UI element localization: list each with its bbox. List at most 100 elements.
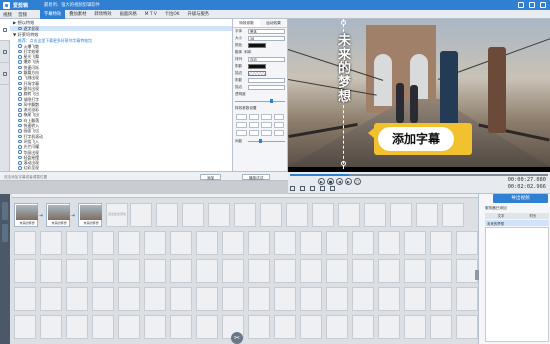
grid-icon[interactable] xyxy=(320,186,325,191)
timeline-cell[interactable] xyxy=(234,203,256,227)
timeline-cell[interactable] xyxy=(222,259,244,283)
timeline-ruler[interactable] xyxy=(12,194,478,198)
timeline-cell[interactable] xyxy=(378,231,400,255)
stroke-input[interactable] xyxy=(248,85,285,90)
italic-option[interactable]: 斜体 xyxy=(244,50,251,55)
menu-video[interactable]: 视频 xyxy=(3,12,12,18)
timeline-cell[interactable] xyxy=(222,231,244,255)
timeline-cell[interactable] xyxy=(66,259,88,283)
timeline-cell[interactable] xyxy=(378,287,400,311)
snapshot-icon[interactable] xyxy=(290,186,295,191)
timeline-cell[interactable] xyxy=(144,259,166,283)
timeline-cell[interactable] xyxy=(170,315,192,339)
tab-subtitle-effects[interactable]: 字幕特效 xyxy=(40,10,66,19)
timeline-cell[interactable] xyxy=(286,203,308,227)
stroke-checkbox[interactable]: 描边 xyxy=(235,71,246,76)
caption-handle-icon[interactable] xyxy=(341,20,346,25)
minimize-icon[interactable] xyxy=(518,1,524,8)
timeline-cell[interactable] xyxy=(326,231,348,255)
timeline-cell[interactable] xyxy=(404,231,426,255)
scissors-icon[interactable]: ✂ xyxy=(231,332,243,344)
style-preset[interactable] xyxy=(273,122,284,128)
timeline-cell[interactable] xyxy=(196,231,218,255)
style-preset[interactable] xyxy=(261,130,272,136)
timeline-tool-icon[interactable] xyxy=(2,202,8,220)
caption-handle-icon[interactable] xyxy=(341,161,346,166)
timeline-cell[interactable] xyxy=(208,203,230,227)
share-icon[interactable] xyxy=(330,186,335,191)
effect-group[interactable]: ▶ 想以特效 xyxy=(10,19,232,26)
timeline-cell[interactable] xyxy=(352,231,374,255)
timeline-cell[interactable] xyxy=(156,203,178,227)
timeline-cell[interactable] xyxy=(416,203,438,227)
category-disappear[interactable] xyxy=(0,63,10,85)
timeline-cell[interactable] xyxy=(14,287,36,311)
timeline-cell[interactable] xyxy=(14,231,36,255)
drop-zone[interactable]: 双击此处添加 xyxy=(106,203,128,227)
export-video-button[interactable]: 导出视频 xyxy=(493,194,548,203)
timeline-cell[interactable] xyxy=(274,231,296,255)
timeline-clip[interactable]: 未来的梦想 xyxy=(14,203,38,227)
timeline-cell[interactable] xyxy=(92,315,114,339)
category-stay[interactable] xyxy=(0,41,10,63)
style-preset[interactable] xyxy=(261,122,272,128)
folder-icon[interactable] xyxy=(300,186,305,191)
timeline-cell[interactable] xyxy=(66,315,88,339)
style-preset[interactable] xyxy=(248,114,259,120)
timeline-cell[interactable] xyxy=(456,315,478,339)
timeline-cell[interactable] xyxy=(378,315,400,339)
maximize-icon[interactable] xyxy=(529,1,535,8)
timeline-cell[interactable] xyxy=(352,259,374,283)
panel-expand-handle[interactable] xyxy=(475,270,479,280)
video-preview[interactable]: 未来的梦想 添加字幕 xyxy=(288,19,550,172)
timeline-cell[interactable] xyxy=(390,203,412,227)
timeline-cell[interactable] xyxy=(274,287,296,311)
timeline-cell[interactable] xyxy=(40,315,62,339)
timeline-clip[interactable]: 未来的梦想 xyxy=(46,203,70,227)
timeline-cell[interactable] xyxy=(144,231,166,255)
timeline-cell[interactable] xyxy=(92,287,114,311)
style-preset[interactable] xyxy=(273,130,284,136)
timeline-cell[interactable] xyxy=(14,315,36,339)
timeline-cell[interactable] xyxy=(170,287,192,311)
align-select[interactable]: 自动 xyxy=(248,57,285,62)
timeline-cell[interactable] xyxy=(144,287,166,311)
shadow-checkbox[interactable]: 阴影 xyxy=(235,64,246,69)
timeline-cell[interactable] xyxy=(404,315,426,339)
tab-motion[interactable]: 运动效果 xyxy=(260,19,287,27)
style-preset[interactable] xyxy=(273,114,284,120)
timeline-cell[interactable] xyxy=(300,231,322,255)
bold-option[interactable]: 粗体 xyxy=(235,50,242,55)
menu-audio[interactable]: 音频 xyxy=(18,12,27,18)
tab-transitions[interactable]: 转场特效 xyxy=(90,10,115,19)
timeline-cell[interactable] xyxy=(40,259,62,283)
spacing-slider[interactable] xyxy=(248,139,285,144)
timeline-cell[interactable] xyxy=(404,259,426,283)
timeline-cell[interactable] xyxy=(170,231,192,255)
timeline-cell[interactable] xyxy=(430,315,452,339)
timeline-cell[interactable] xyxy=(338,203,360,227)
subtitle-caption[interactable]: 未来的梦想 xyxy=(335,33,350,145)
timeline-cell[interactable] xyxy=(364,203,386,227)
font-select[interactable]: 黑体 xyxy=(248,29,285,34)
timeline-cell[interactable] xyxy=(312,203,334,227)
color-swatch[interactable] xyxy=(248,43,266,48)
timeline-cell[interactable] xyxy=(300,287,322,311)
tab-style[interactable]: 画面风格 xyxy=(116,10,141,19)
style-preset[interactable] xyxy=(236,114,247,120)
timeline-cell[interactable] xyxy=(248,259,270,283)
timeline-cell[interactable] xyxy=(196,315,218,339)
tab-overlay[interactable]: 叠加素材 xyxy=(65,10,90,19)
timeline-cell[interactable] xyxy=(66,287,88,311)
timeline-cell[interactable] xyxy=(248,231,270,255)
category-appear[interactable] xyxy=(0,19,10,41)
timeline-cell[interactable] xyxy=(326,259,348,283)
timeline-cell[interactable] xyxy=(352,287,374,311)
tab-mtv[interactable]: M T V xyxy=(141,10,161,19)
timeline-cell[interactable] xyxy=(118,315,140,339)
timeline-cell[interactable] xyxy=(248,315,270,339)
preview-button[interactable]: 播放试试 xyxy=(242,173,271,180)
style-preset[interactable] xyxy=(236,122,247,128)
tab-effect-params[interactable]: 特效参数 xyxy=(233,19,260,27)
timeline-clip[interactable]: 未来的梦想 xyxy=(78,203,102,227)
